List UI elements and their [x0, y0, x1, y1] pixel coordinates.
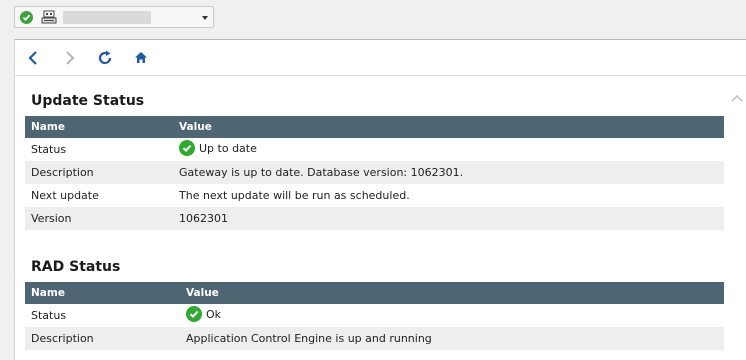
- table-row: Description Application Control Engine i…: [25, 327, 724, 350]
- scroll-up-icon[interactable]: [730, 92, 744, 104]
- table-row: Status Up to date: [25, 138, 724, 161]
- row-name: Status: [25, 138, 173, 161]
- column-header-value: Value: [180, 282, 724, 304]
- row-name: Next update: [25, 184, 173, 207]
- main-panel: Update Status Name Value Status Up to da…: [14, 39, 746, 360]
- row-name: Version: [25, 207, 173, 230]
- home-icon[interactable]: [132, 49, 150, 67]
- status-text: Ok: [206, 307, 222, 321]
- row-name: Description: [25, 161, 173, 184]
- forward-arrow-icon[interactable]: [60, 49, 78, 67]
- row-name: Status: [25, 304, 180, 327]
- table-header-row: Name Value: [25, 116, 724, 138]
- device-name-redacted: [63, 11, 151, 24]
- update-status-title: Update Status: [31, 93, 145, 109]
- row-value: Up to date: [173, 138, 724, 161]
- status-ok-icon: [20, 11, 33, 24]
- row-name: Description: [25, 327, 180, 350]
- device-selector-dropdown[interactable]: [14, 6, 214, 28]
- device-toolbar: [0, 0, 746, 40]
- column-header-name: Name: [25, 116, 173, 138]
- row-value: The next update will be run as scheduled…: [173, 184, 724, 207]
- update-status-table: Name Value Status Up to date Description…: [25, 116, 724, 230]
- row-value: Gateway is up to date. Database version:…: [173, 161, 724, 184]
- gateway-device-icon: [41, 10, 57, 25]
- navigation-bar: [15, 40, 746, 76]
- check-circle-icon: [179, 140, 195, 156]
- refresh-icon[interactable]: [96, 49, 114, 67]
- row-value: Application Control Engine is up and run…: [180, 327, 724, 350]
- row-value: Ok: [180, 304, 724, 327]
- column-header-name: Name: [25, 282, 180, 304]
- rad-status-title: RAD Status: [31, 259, 121, 275]
- back-arrow-icon[interactable]: [25, 49, 43, 67]
- table-row: Description Gateway is up to date. Datab…: [25, 161, 724, 184]
- table-row: Version 1062301: [25, 207, 724, 230]
- table-row: Status Ok: [25, 304, 724, 327]
- status-text: Up to date: [199, 141, 257, 155]
- table-row: Next update The next update will be run …: [25, 184, 724, 207]
- check-circle-icon: [186, 306, 202, 322]
- column-header-value: Value: [173, 116, 724, 138]
- chevron-down-icon: [202, 16, 208, 20]
- rad-status-table: Name Value Status Ok Description Applica…: [25, 282, 724, 350]
- row-value: 1062301: [173, 207, 724, 230]
- table-header-row: Name Value: [25, 282, 724, 304]
